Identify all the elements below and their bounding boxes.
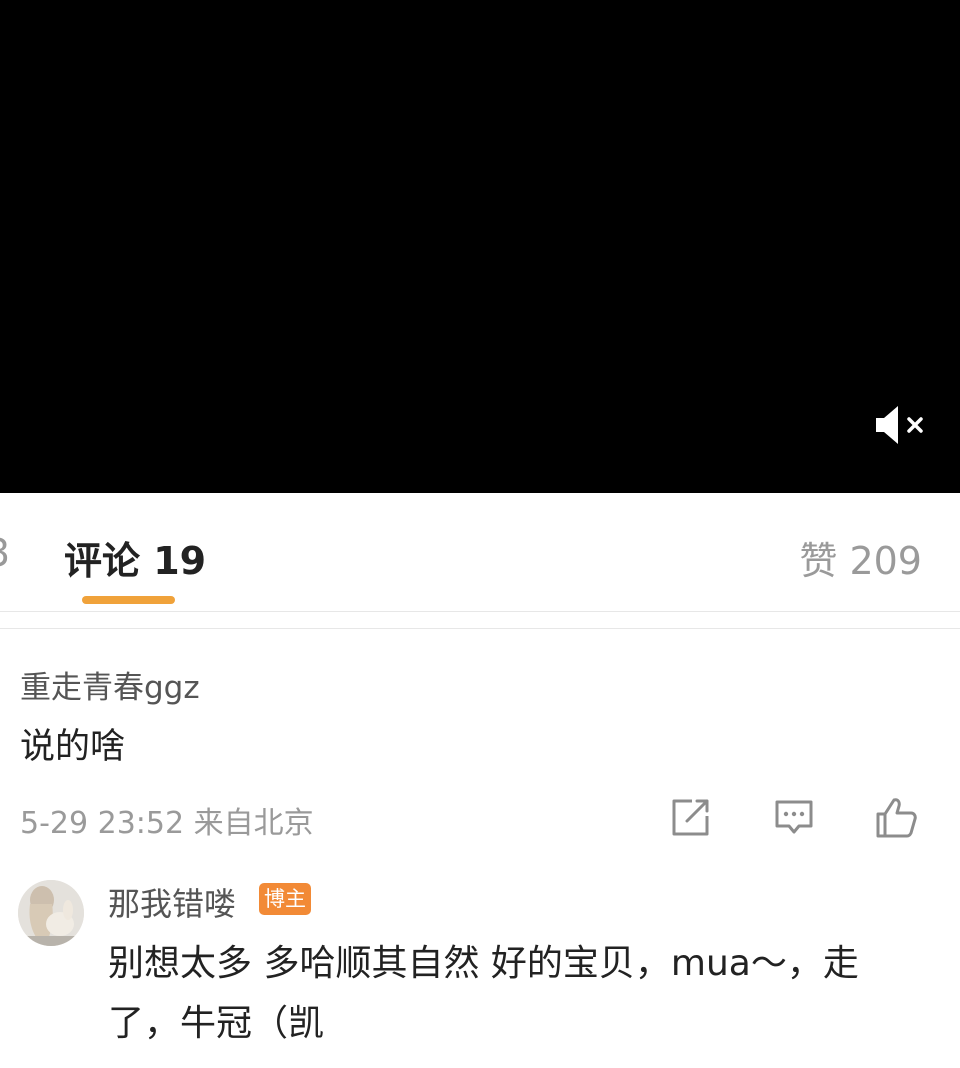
mute-button[interactable] xyxy=(870,402,930,448)
reply-text: 别想太多 多哈顺其自然 好的宝贝，mua～，走了，牛冠（凯 xyxy=(108,943,859,1044)
comment-tabs: 3 评论 19 赞 209 xyxy=(0,493,960,611)
comment-text: 说的啥 xyxy=(20,727,126,767)
avatar[interactable] xyxy=(18,880,84,946)
like-icon[interactable] xyxy=(874,796,918,840)
reply-username[interactable]: 那我错喽 xyxy=(108,879,236,925)
speaker-muted-icon xyxy=(876,406,923,444)
video-player[interactable] xyxy=(0,0,960,493)
share-icon[interactable] xyxy=(668,796,712,840)
avatar-image xyxy=(18,880,84,946)
active-tab-indicator xyxy=(82,596,175,604)
divider xyxy=(0,628,960,629)
reply-icon[interactable] xyxy=(772,796,816,840)
author-badge: 博主 xyxy=(259,883,311,915)
comment-username[interactable]: 重走青春ggz xyxy=(20,662,200,707)
tab-partial[interactable]: 3 xyxy=(0,531,10,575)
tab-likes[interactable]: 赞 209 xyxy=(799,530,922,585)
tab-comments[interactable]: 评论 19 xyxy=(64,530,206,585)
comment-meta: 5-29 23:52 来自北京 xyxy=(20,806,314,841)
divider xyxy=(0,611,960,612)
